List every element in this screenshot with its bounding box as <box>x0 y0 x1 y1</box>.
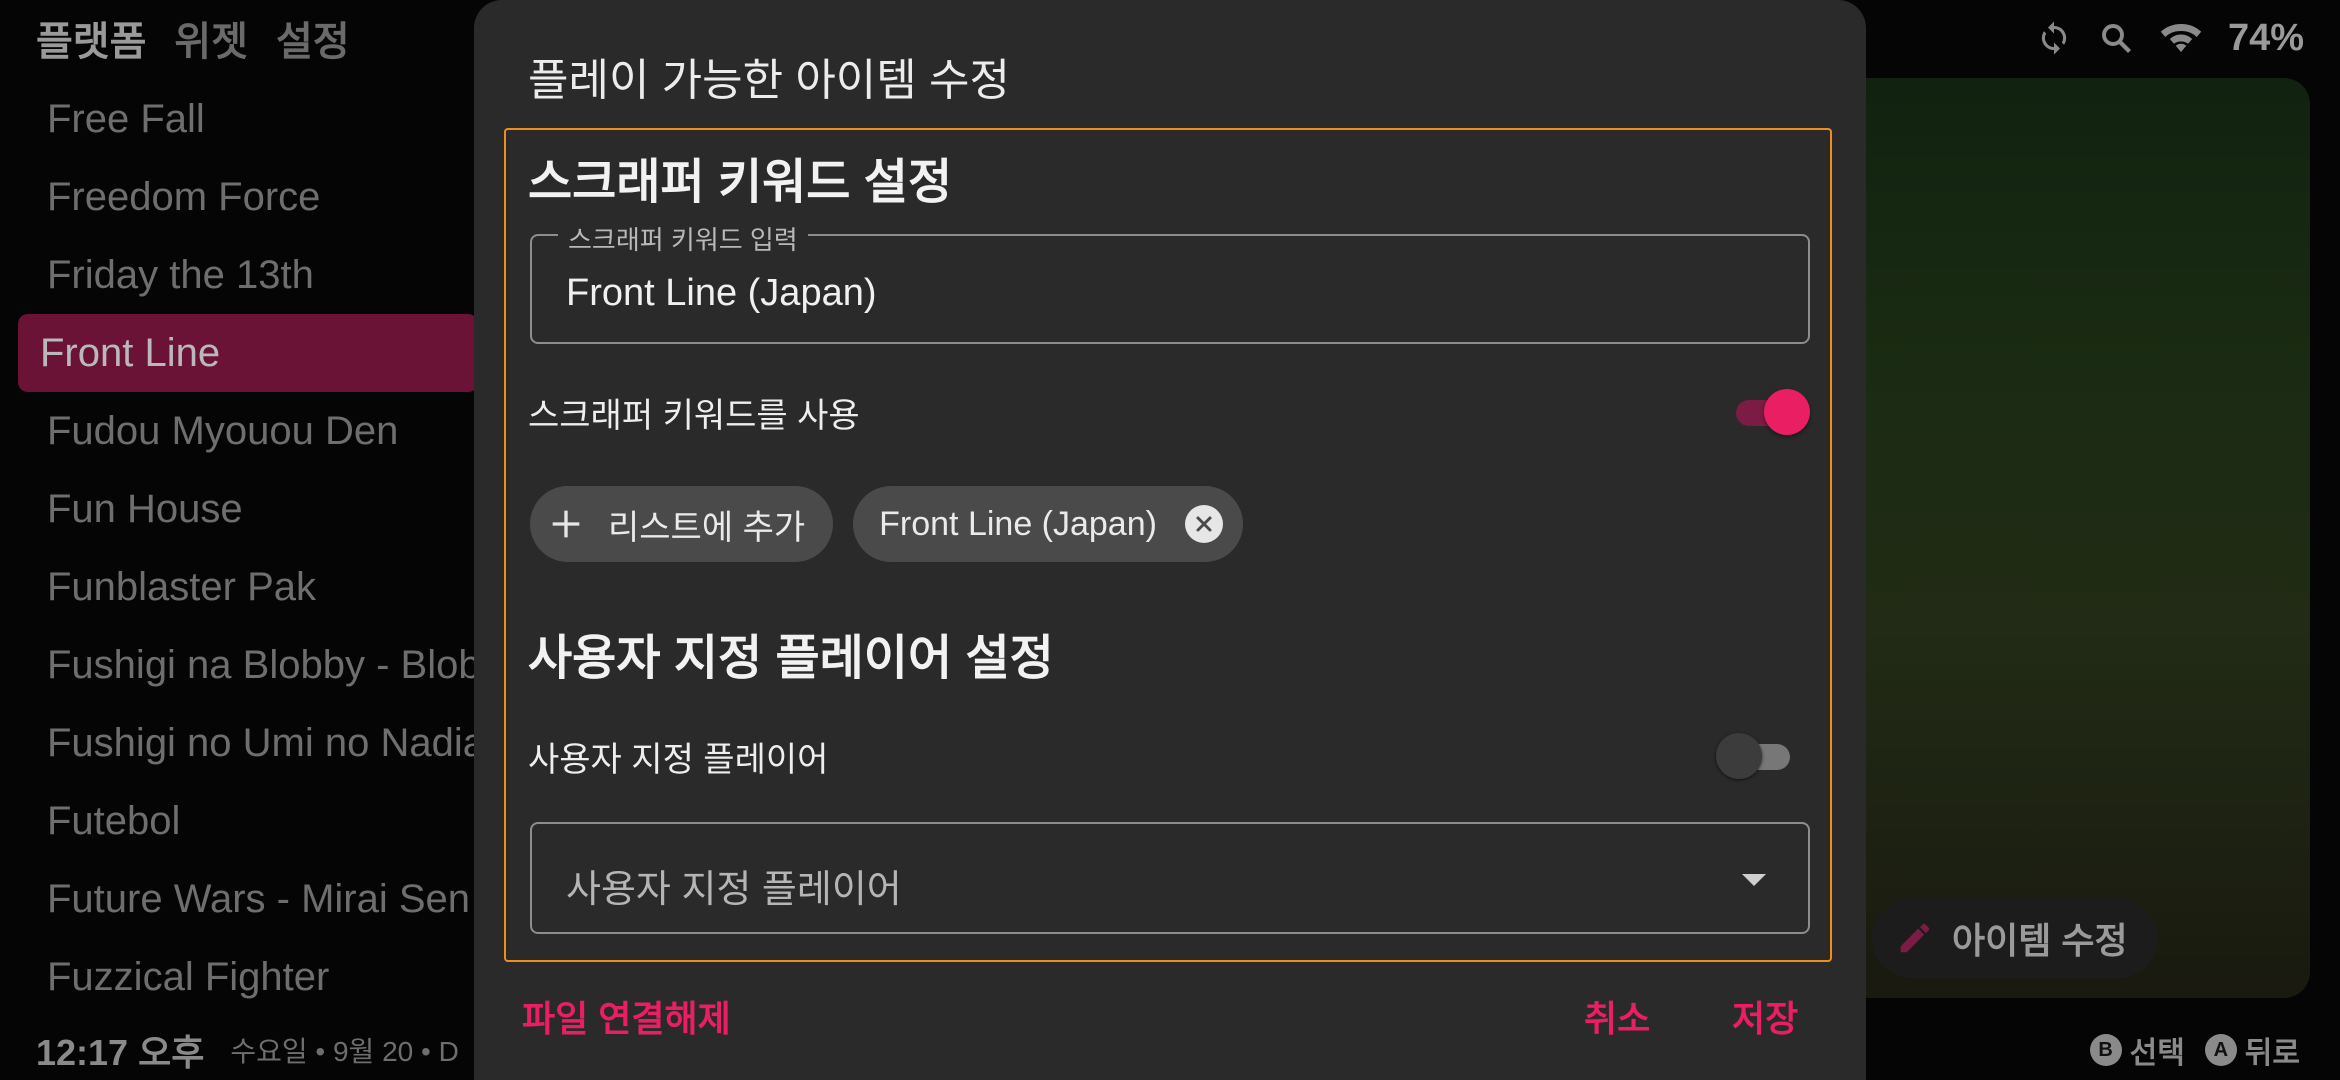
scraper-keyword-toggle-row[interactable]: 스크래퍼 키워드를 사용 <box>528 382 1810 442</box>
add-to-list-label: 리스트에 추가 <box>608 508 806 547</box>
edit-item-label: 아이템 수정 <box>1952 920 2128 961</box>
sync-icon[interactable] <box>2036 20 2072 56</box>
list-item[interactable]: Fushigi no Umi no Nadia <box>18 704 478 782</box>
b-button-icon: B <box>2089 1034 2122 1066</box>
edit-playable-dialog: 플레이 가능한 아이템 수정 스크래퍼 키워드 설정 스크래퍼 키워드 입력 F… <box>474 0 1866 1080</box>
list-item[interactable]: Friday the 13th <box>18 236 478 314</box>
top-tabs: 플랫폼 위젯 설정 <box>36 8 350 68</box>
list-item[interactable]: Fushigi na Blobby - Blob <box>18 626 478 704</box>
list-item[interactable]: Funblaster Pak <box>18 548 478 626</box>
list-item-selected[interactable]: Front Line <box>18 314 478 392</box>
close-icon[interactable] <box>1184 505 1223 543</box>
cancel-button[interactable]: 취소 <box>1584 990 1650 1042</box>
dialog-content: 스크래퍼 키워드 설정 스크래퍼 키워드 입력 Front Line (Japa… <box>504 128 1832 962</box>
custom-player-select[interactable]: 사용자 지정 플레이어 <box>530 822 1810 934</box>
hint-back-label: 뒤로 <box>2244 1037 2300 1070</box>
hint-back: A 뒤로 <box>2204 1028 2300 1072</box>
game-cover-art <box>1830 78 2310 998</box>
scraper-section-title: 스크래퍼 키워드 설정 <box>528 156 953 209</box>
wifi-icon <box>2160 20 2202 56</box>
switch-thumb <box>1716 733 1762 779</box>
list-item[interactable]: Fuzzical Fighter <box>18 938 478 1016</box>
add-to-list-chip[interactable]: 리스트에 추가 <box>530 486 834 562</box>
custom-player-toggle-label: 사용자 지정 플레이어 <box>528 740 829 779</box>
clock: 12:17 오후 <box>36 1032 205 1073</box>
custom-player-toggle[interactable] <box>1716 731 1794 781</box>
scraper-keyword-input-value[interactable]: Front Line (Japan) <box>566 272 877 315</box>
unlink-file-button[interactable]: 파일 연결해제 <box>522 990 731 1042</box>
list-item[interactable]: Future Wars - Mirai Sen <box>18 860 478 938</box>
search-icon[interactable] <box>2098 20 2134 56</box>
tab-settings[interactable]: 설정 <box>276 9 350 67</box>
custom-player-toggle-row[interactable]: 사용자 지정 플레이어 <box>528 726 1810 786</box>
tab-platforms[interactable]: 플랫폼 <box>36 9 146 67</box>
list-item[interactable]: Fun House <box>18 470 478 548</box>
scraper-keyword-toggle[interactable] <box>1732 387 1810 437</box>
dialog-actions: 파일 연결해제 취소 저장 <box>474 990 1866 1040</box>
scraper-keyword-toggle-label: 스크래퍼 키워드를 사용 <box>528 396 860 435</box>
hint-select-label: 선택 <box>2129 1037 2185 1070</box>
player-section-title: 사용자 지정 플레이어 설정 <box>528 632 1054 685</box>
button-hints: B 선택 A 뒤로 <box>2089 1020 2300 1080</box>
a-button-icon: A <box>2204 1034 2237 1066</box>
keyword-chip[interactable]: Front Line (Japan) <box>853 486 1243 562</box>
edit-item-button[interactable]: 아이템 수정 <box>1872 898 2158 978</box>
game-list: Free Fall Freedom Force Friday the 13th … <box>18 80 478 1016</box>
keyword-chip-label: Front Line (Japan) <box>879 504 1157 543</box>
status-bar: 74% <box>2036 8 2304 68</box>
switch-thumb <box>1764 389 1810 435</box>
plus-icon <box>552 510 580 538</box>
scraper-keyword-input-label: 스크래퍼 키워드 입력 <box>558 220 808 257</box>
save-button[interactable]: 저장 <box>1732 990 1798 1042</box>
tab-widgets[interactable]: 위젯 <box>174 9 248 67</box>
custom-player-select-value: 사용자 지정 플레이어 <box>566 869 902 911</box>
keyword-chips: 리스트에 추가 Front Line (Japan) <box>530 486 1243 562</box>
pencil-icon <box>1900 923 1930 953</box>
date-text: 수요일 • 9월 20 • D <box>230 1036 459 1067</box>
chevron-down-icon <box>1742 874 1766 886</box>
list-item[interactable]: Fudou Myouou Den <box>18 392 478 470</box>
list-item[interactable]: Free Fall <box>18 80 478 158</box>
list-item[interactable]: Freedom Force <box>18 158 478 236</box>
scraper-keyword-input[interactable]: 스크래퍼 키워드 입력 Front Line (Japan) <box>530 220 1810 344</box>
battery-level: 74% <box>2227 16 2304 59</box>
hint-select: B 선택 <box>2089 1028 2185 1072</box>
list-item[interactable]: Futebol <box>18 782 478 860</box>
dialog-title: 플레이 가능한 아이템 수정 <box>528 56 1010 105</box>
